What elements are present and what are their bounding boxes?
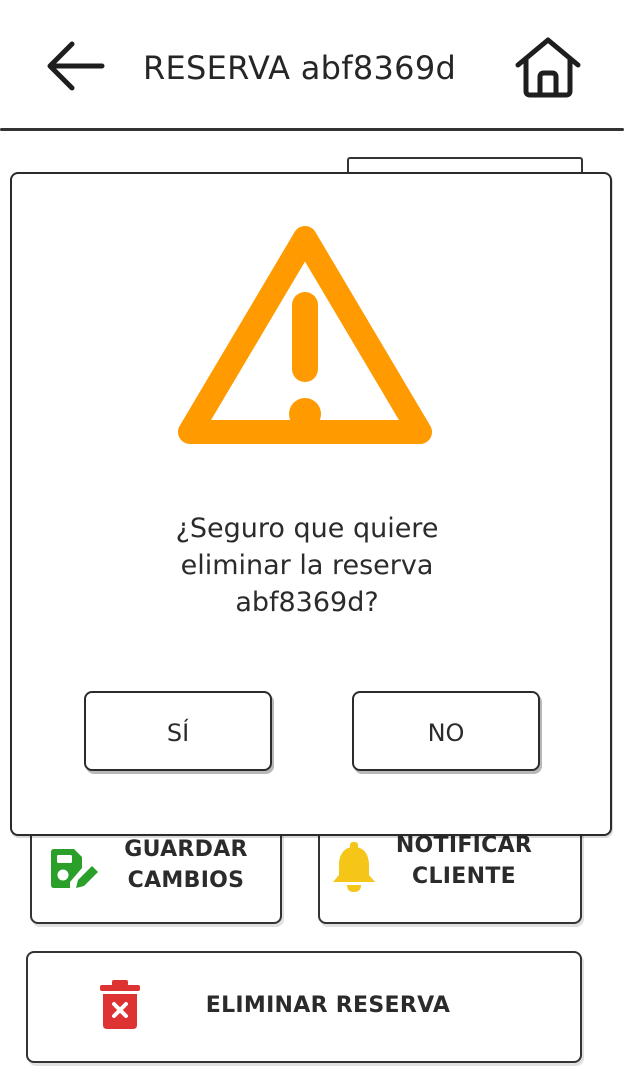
page-title: RESERVA abf8369d: [143, 49, 457, 87]
save-changes-label: GUARDAR CAMBIOS: [124, 837, 248, 893]
back-button[interactable]: [40, 36, 108, 96]
home-button[interactable]: [512, 34, 584, 100]
warning-icon: [178, 226, 432, 444]
page: RESERVA abf8369d GUARDAR CAMBIOS NOTIFIC…: [0, 0, 624, 1092]
trash-icon: [98, 979, 142, 1031]
delete-reservation-button[interactable]: ELIMINAR RESERVA: [26, 951, 582, 1063]
confirm-delete-dialog: ¿Seguro que quiere eliminar la reserva a…: [10, 172, 612, 836]
save-edit-icon: [48, 848, 100, 892]
arrow-left-icon: [47, 41, 105, 91]
confirm-message: ¿Seguro que quiere eliminar la reserva a…: [175, 513, 439, 618]
confirm-no-button[interactable]: NO: [352, 691, 540, 771]
app-header: RESERVA abf8369d: [0, 0, 624, 132]
notify-client-label: NOTIFICAR CLIENTE: [395, 833, 533, 889]
bell-icon: [330, 840, 378, 894]
home-icon: [515, 37, 581, 98]
confirm-yes-button[interactable]: SÍ: [84, 691, 272, 771]
header-divider: [0, 128, 624, 131]
delete-reservation-label: ELIMINAR RESERVA: [205, 993, 451, 1018]
